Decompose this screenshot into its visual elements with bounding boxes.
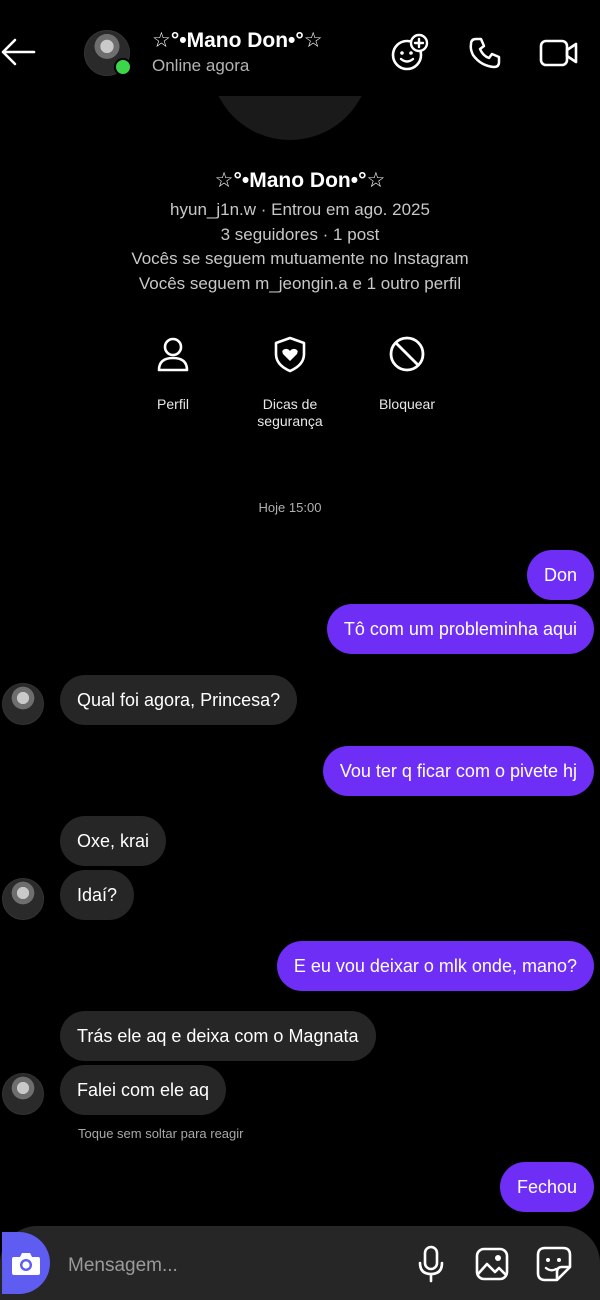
contact-avatar-small[interactable] — [2, 878, 44, 920]
profile-mutual-follows: Vocês seguem m_jeongin.a e 1 outro perfi… — [138, 274, 462, 293]
message-sent[interactable]: Vou ter q ficar com o pivete hj — [322, 746, 594, 796]
contact-avatar[interactable] — [84, 30, 132, 76]
online-status: Online agora — [152, 56, 250, 75]
chat-header: ☆°•Mano Don•°☆ Online agora — [0, 0, 600, 96]
back-arrow-icon — [1, 38, 36, 66]
message-timestamp: Hoje 15:00 — [258, 500, 322, 515]
voice-message-button[interactable] — [411, 1242, 451, 1286]
sticker-button[interactable] — [534, 1242, 574, 1286]
profile-action-button[interactable]: Perfil — [113, 332, 233, 413]
online-indicator — [114, 58, 132, 76]
message-received[interactable]: Idaí? — [60, 870, 135, 920]
effects-button[interactable] — [386, 30, 432, 76]
safety-tips-label: Dicas de segurança — [257, 396, 323, 429]
call-button[interactable] — [462, 30, 508, 76]
phone-icon — [469, 37, 501, 69]
profile-followers: 3 seguidores · 1 post — [220, 225, 380, 244]
camera-icon — [12, 1253, 40, 1275]
gallery-button[interactable] — [472, 1242, 512, 1286]
message-sent[interactable]: Don — [526, 550, 594, 600]
person-icon — [157, 337, 189, 372]
message-sent[interactable]: Fechou — [499, 1162, 594, 1212]
contact-avatar-small[interactable] — [2, 683, 44, 725]
gallery-icon — [475, 1247, 509, 1281]
message-received[interactable]: Trás ele aq e deixa com o Magnata — [60, 1011, 376, 1061]
contact-name[interactable]: ☆°•Mano Don•°☆ — [152, 28, 323, 53]
back-button[interactable] — [0, 28, 36, 76]
block-icon — [389, 336, 425, 372]
avatar-image — [2, 1073, 44, 1115]
message-sent[interactable]: E eu vou deixar o mlk onde, mano? — [276, 941, 594, 991]
message-input[interactable] — [66, 1248, 400, 1284]
video-call-button[interactable] — [536, 30, 582, 76]
contact-avatar-small[interactable] — [2, 1073, 44, 1115]
effects-icon — [391, 33, 429, 71]
video-icon — [539, 39, 578, 67]
profile-username-joined: hyun_j1n.w · Entrou em ago. 2025 — [170, 200, 430, 219]
safety-tips-button[interactable]: Dicas de segurança — [230, 332, 350, 430]
microphone-icon — [418, 1245, 444, 1283]
message-received[interactable]: Oxe, krai — [60, 816, 167, 866]
block-button[interactable]: Bloquear — [347, 332, 467, 413]
profile-name: ☆°•Mano Don•°☆ — [214, 169, 386, 192]
profile-mutual: Vocês se seguem mutuamente no Instagram — [131, 249, 469, 268]
message-sent[interactable]: Tô com um probleminha aqui — [326, 604, 594, 654]
message-received[interactable]: Qual foi agora, Princesa? — [60, 675, 298, 725]
shield-heart-icon — [274, 336, 306, 373]
avatar-image — [2, 683, 44, 725]
block-label: Bloquear — [378, 396, 436, 412]
profile-action-label: Perfil — [157, 396, 189, 412]
reaction-hint: Toque sem soltar para reagir — [78, 1126, 244, 1141]
message-received[interactable]: Falei com ele aq — [60, 1065, 227, 1115]
avatar-image — [2, 878, 44, 920]
sticker-icon — [536, 1246, 572, 1282]
